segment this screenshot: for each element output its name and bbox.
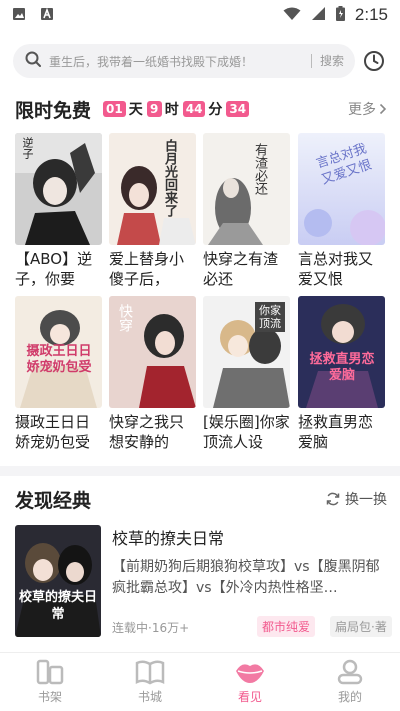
book-card[interactable]: 言总对我又爱又恨 言总对我又爱又恨 <box>298 133 385 289</box>
cover-text: 你家顶流 <box>255 302 285 332</box>
book-cover: 快穿 <box>109 296 196 408</box>
countdown-minutes: 44 <box>182 101 206 117</box>
cover-text: 白月光回来了 <box>162 139 177 217</box>
book-card[interactable]: 逆子 【ABO】逆子，你要以… <box>15 133 102 289</box>
cover-text: 校草的撩夫日常 <box>19 590 98 622</box>
signal-icon <box>311 6 326 25</box>
chevron-right-icon <box>379 103 387 115</box>
tab-bookstore-label: 书城 <box>137 690 162 704</box>
featured-book-title[interactable]: 校草的撩夫日常 <box>112 525 224 549</box>
book-card[interactable]: 你家顶流 [娱乐圈]你家顶流人设又… <box>203 296 290 452</box>
book-cover: 白月光回来了 <box>109 133 196 245</box>
bookshelf-icon <box>36 659 64 685</box>
book-card[interactable]: 白月光回来了 爱上替身小傻子后，白… <box>109 133 196 289</box>
tab-profile[interactable]: 我的 <box>300 653 400 711</box>
book-card[interactable]: 摄政王日日娇宠奶包受 摄政王日日娇宠奶包受 <box>15 296 102 452</box>
book-title: 快穿之我只想安静的作… <box>109 413 185 451</box>
more-label: 更多 <box>348 102 376 118</box>
tab-discover-label: 看见 <box>237 690 262 704</box>
countdown-day-unit: 天 <box>128 102 143 118</box>
section-divider <box>0 466 400 476</box>
cover-text: 有渣必还 <box>252 143 267 195</box>
book-title: 爱上替身小傻子后，白… <box>109 250 185 288</box>
cover-text: 拯救直男恋爱脑 <box>309 352 375 383</box>
countdown-seconds: 34 <box>226 101 250 117</box>
featured-book-cover[interactable]: 校草的撩夫日常 <box>15 525 101 637</box>
countdown-hours: 9 <box>146 101 162 117</box>
swap-button[interactable]: 换一换 <box>326 489 387 509</box>
tab-bookshelf[interactable]: 书架 <box>0 653 100 711</box>
countdown-timer: 01 天 9 时 44 分 34 <box>103 99 250 119</box>
book-title: [娱乐圈]你家顶流人设又… <box>203 413 290 451</box>
book-title: 【ABO】逆子，你要以… <box>15 250 93 288</box>
tab-profile-label: 我的 <box>337 690 362 704</box>
book-cover: 言总对我又爱又恨 <box>298 133 385 245</box>
discover-section-header: 发现经典 换一换 <box>15 486 387 512</box>
free-section-header: 限时免费 01 天 9 时 44 分 34 更多 <box>15 96 387 122</box>
status-bar: 2:15 <box>0 0 400 30</box>
book-title: 摄政王日日娇宠奶包受 <box>15 413 91 451</box>
free-section-title: 限时免费 <box>15 99 92 122</box>
discover-section-title: 发现经典 <box>15 489 92 512</box>
search-button[interactable]: 搜索 <box>320 52 344 69</box>
book-card[interactable]: 快穿 快穿之我只想安静的作… <box>109 296 196 452</box>
open-book-icon <box>135 660 165 685</box>
book-cover: 你家顶流 <box>203 296 290 408</box>
cover-text: 快穿 <box>117 304 133 332</box>
book-title: 拯救直男恋爱脑 <box>298 413 374 451</box>
image-notification-icon <box>12 6 26 25</box>
countdown-days: 01 <box>103 101 126 117</box>
book-cover: 拯救直男恋爱脑 <box>298 296 385 408</box>
lips-icon <box>236 664 264 683</box>
more-link[interactable]: 更多 <box>348 99 387 119</box>
tab-bookshelf-label: 书架 <box>37 690 62 704</box>
cover-text: 摄政王日日娇宠奶包受 <box>26 344 92 375</box>
book-title: 快穿之有渣必还 <box>203 250 279 288</box>
book-cover: 摄政王日日娇宠奶包受 <box>15 296 102 408</box>
search-row: 重生后，我带着一纸婚书找殿下成婚！ 搜索 <box>0 44 400 80</box>
tab-discover[interactable]: 看见 <box>200 653 300 711</box>
wifi-icon <box>283 6 301 25</box>
book-cover: 逆子 <box>15 133 102 245</box>
countdown-minute-unit: 分 <box>208 102 223 118</box>
app-notification-icon <box>40 6 54 25</box>
swap-label: 换一换 <box>345 492 387 508</box>
search-placeholder: 重生后，我带着一纸婚书找殿下成婚！ <box>49 54 254 69</box>
search-icon <box>25 51 41 71</box>
search-input[interactable]: 重生后，我带着一纸婚书找殿下成婚！ 搜索 <box>13 44 355 78</box>
book-card[interactable]: 有渣必还 快穿之有渣必还 <box>203 133 290 289</box>
featured-book-meta: 连载中·16万+ <box>112 621 190 635</box>
search-separator <box>311 54 312 68</box>
countdown-hour-unit: 时 <box>164 102 179 118</box>
featured-book-description: 【前期奶狗后期狼狗校草攻】vs【腹黑阴郁疯批霸总攻】vs【外冷内热性格坚… <box>112 559 380 596</box>
battery-icon <box>335 5 345 25</box>
book-title: 言总对我又爱又恨 <box>298 250 374 288</box>
cover-text: 逆子 <box>21 137 34 159</box>
author-tag: 扁局包·著 <box>330 616 392 637</box>
tab-bookstore[interactable]: 书城 <box>100 653 200 711</box>
history-clock-icon[interactable] <box>363 50 385 76</box>
bottom-tab-bar: 书架 书城 看见 我的 <box>0 652 400 711</box>
profile-icon <box>337 659 363 685</box>
book-cover: 有渣必还 <box>203 133 290 245</box>
genre-tag[interactable]: 都市纯爱 <box>257 616 316 637</box>
refresh-icon <box>326 492 340 506</box>
status-time: 2:15 <box>354 5 388 24</box>
book-card[interactable]: 拯救直男恋爱脑 拯救直男恋爱脑 <box>298 296 385 452</box>
